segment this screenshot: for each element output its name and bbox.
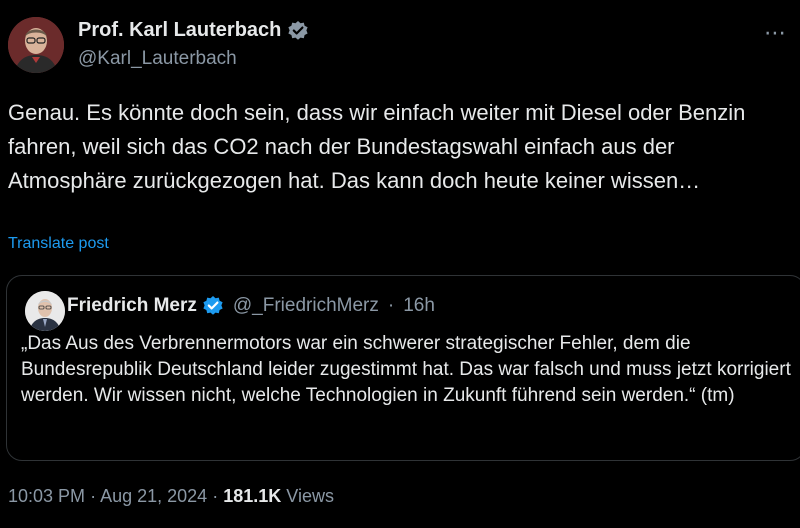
views-label: Views — [286, 486, 334, 506]
quoted-post[interactable]: Friedrich Merz @_FriedrichMerz · 16h „Da… — [6, 275, 800, 461]
post-text: Genau. Es könnte doch sein, dass wir ein… — [8, 100, 746, 193]
author-name-row[interactable]: Prof. Karl Lauterbach — [78, 19, 309, 42]
post-time[interactable]: 10:03 PM — [8, 486, 85, 506]
quoted-author-avatar[interactable] — [25, 291, 65, 331]
verified-badge-icon — [287, 20, 309, 42]
translate-post-link[interactable]: Translate post — [8, 235, 109, 253]
footer-separator: · — [90, 486, 101, 506]
quoted-text: „Das Aus des Verbrennermotors war ein sc… — [21, 333, 791, 406]
quoted-author-name[interactable]: Friedrich Merz — [67, 295, 197, 317]
quoted-header: Friedrich Merz @_FriedrichMerz · 16h — [67, 295, 435, 317]
quoted-author-handle[interactable]: @_FriedrichMerz — [233, 295, 379, 317]
author-name[interactable]: Prof. Karl Lauterbach — [78, 19, 281, 42]
quoted-separator: · — [387, 295, 395, 316]
more-options-icon[interactable]: ⋯ — [764, 20, 787, 46]
views-count: 181.1K — [223, 486, 282, 506]
author-handle[interactable]: @Karl_Lauterbach — [78, 48, 237, 70]
quoted-time[interactable]: 16h — [403, 295, 435, 317]
verified-badge-icon — [202, 295, 224, 317]
post-footer: 10:03 PM · Aug 21, 2024 · 181.1K Views — [8, 486, 334, 507]
footer-separator: · — [212, 486, 224, 506]
author-avatar[interactable] — [8, 17, 64, 73]
post-date[interactable]: Aug 21, 2024 — [100, 486, 207, 506]
